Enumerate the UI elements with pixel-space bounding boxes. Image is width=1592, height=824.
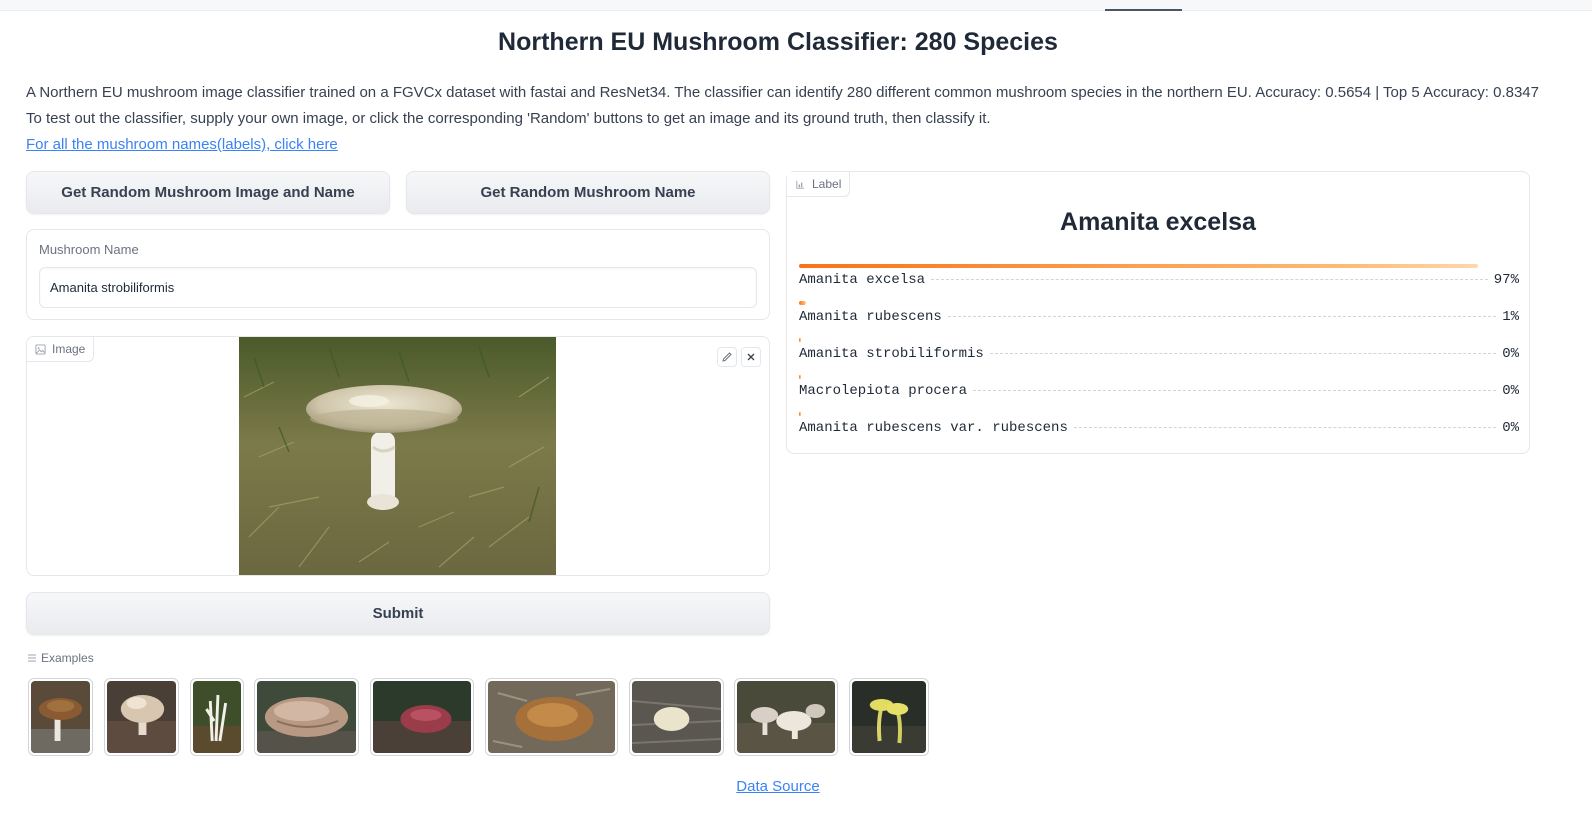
confidence-bar <box>799 375 801 379</box>
example-thumbnail[interactable] <box>734 678 838 756</box>
close-icon <box>747 353 755 361</box>
pencil-icon <box>722 352 732 362</box>
confidence-bar <box>799 264 1478 268</box>
mushroom-name-label: Mushroom Name <box>39 242 139 257</box>
data-source-link[interactable]: Data Source <box>0 778 1556 795</box>
submit-button[interactable]: Submit <box>26 592 770 635</box>
labels-link[interactable]: For all the mushroom names(labels), clic… <box>26 136 338 153</box>
image-icon <box>35 343 46 355</box>
example-thumbnail[interactable] <box>849 678 929 756</box>
description-line-1: A Northern EU mushroom image classifier … <box>26 84 1539 101</box>
confidence-item: Amanita excelsa 97% <box>799 264 1519 301</box>
confidence-list: Amanita excelsa 97% Amanita rubescens 1% A… <box>799 264 1519 449</box>
description: A Northern EU mushroom image classifier … <box>26 80 1566 158</box>
label-icon <box>796 180 805 189</box>
mushroom-photo[interactable] <box>239 337 556 575</box>
example-thumbnail[interactable] <box>104 678 179 756</box>
example-thumbnail[interactable] <box>370 678 474 756</box>
example-thumbnail[interactable] <box>629 678 724 756</box>
active-tab-indicator <box>1105 9 1182 11</box>
confidence-item: Amanita rubescens 1% <box>799 301 1519 338</box>
confidence-label: Amanita excelsa <box>799 272 926 288</box>
predicted-label: Amanita excelsa <box>1060 208 1256 236</box>
confidence-bar <box>799 412 801 416</box>
mushroom-name-input[interactable] <box>39 267 757 308</box>
confidence-value: 1% <box>1502 309 1519 325</box>
label-panel: Label Amanita excelsa Amanita excelsa 97%… <box>786 171 1530 454</box>
confidence-label: Amanita rubescens <box>799 309 942 325</box>
confidence-bar <box>799 338 801 342</box>
image-panel: Image <box>26 336 770 576</box>
confidence-item: Amanita rubescens var. rubescens 0% <box>799 412 1519 449</box>
example-thumbnail[interactable] <box>190 678 244 756</box>
examples-header: Examples <box>27 651 94 665</box>
example-thumbnail[interactable] <box>485 678 618 756</box>
example-thumbnail[interactable] <box>254 678 359 756</box>
confidence-value: 0% <box>1502 383 1519 399</box>
confidence-item: Macrolepiota procera 0% <box>799 375 1519 412</box>
confidence-value: 0% <box>1502 420 1519 436</box>
examples-label: Examples <box>41 651 94 665</box>
confidence-label: Amanita strobiliformis <box>799 346 984 362</box>
edit-image-button[interactable] <box>717 347 737 367</box>
list-icon <box>28 654 36 662</box>
confidence-value: 97% <box>1493 272 1519 288</box>
confidence-label: Amanita rubescens var. rubescens <box>799 420 1068 436</box>
image-tag: Image <box>27 337 95 362</box>
top-bar <box>0 0 1592 11</box>
confidence-bar <box>799 301 806 305</box>
confidence-value: 0% <box>1502 346 1519 362</box>
label-tag: Label <box>787 172 851 197</box>
random-name-button[interactable]: Get Random Mushroom Name <box>406 171 770 214</box>
confidence-item: Amanita strobiliformis 0% <box>799 338 1519 375</box>
description-line-2: To test out the classifier, supply your … <box>26 110 991 127</box>
confidence-label: Macrolepiota procera <box>799 383 968 399</box>
random-image-and-name-button[interactable]: Get Random Mushroom Image and Name <box>26 171 390 214</box>
example-thumbnail[interactable] <box>28 678 93 756</box>
label-tag-label: Label <box>812 177 842 191</box>
clear-image-button[interactable] <box>741 347 761 367</box>
page-title: Northern EU Mushroom Classifier: 280 Spe… <box>498 28 1058 56</box>
image-tag-label: Image <box>52 342 86 356</box>
mushroom-name-panel: Mushroom Name <box>26 229 770 320</box>
